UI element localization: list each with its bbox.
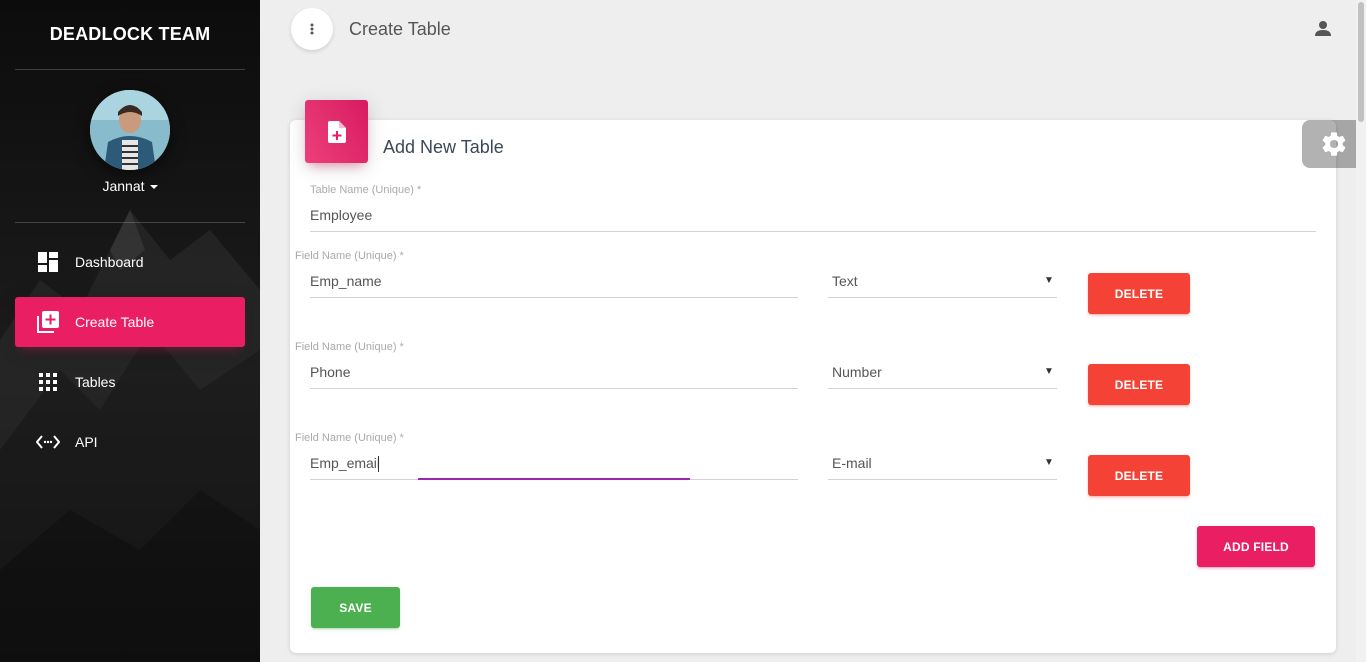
sidebar-item-dashboard[interactable]: Dashboard [15, 237, 245, 287]
username-label: Jannat [102, 178, 145, 194]
sidebar-divider [15, 222, 245, 223]
field-name-label: Field Name (Unique) * [295, 432, 404, 444]
field-type-select[interactable]: E-mail [832, 455, 872, 471]
caret-down-icon [149, 185, 158, 190]
field-name-label: Field Name (Unique) * [295, 250, 404, 262]
save-button[interactable]: SAVE [311, 587, 400, 628]
add-field-button[interactable]: ADD FIELD [1197, 526, 1315, 567]
field-focus-underline [418, 478, 690, 480]
note-add-icon [327, 120, 346, 143]
field-type-select[interactable]: Text [832, 273, 858, 289]
field-type-underline [828, 297, 1057, 298]
field-type-underline [828, 479, 1057, 480]
field-name-label: Field Name (Unique) * [295, 341, 404, 353]
sidebar-item-create-table[interactable]: Create Table [15, 297, 245, 347]
text-cursor [378, 456, 379, 472]
avatar-image [90, 90, 170, 170]
scrollbar-thumb[interactable] [1358, 2, 1364, 122]
table-name-label: Table Name (Unique) * [310, 184, 422, 196]
person-icon[interactable] [1312, 18, 1334, 40]
card-header-icon [305, 100, 368, 163]
delete-field-button[interactable]: DELETE [1088, 455, 1190, 496]
select-arrow-icon: ▼ [1044, 457, 1054, 468]
gear-icon [1322, 132, 1346, 156]
delete-field-button[interactable]: DELETE [1088, 273, 1190, 314]
select-arrow-icon: ▼ [1044, 366, 1054, 377]
table-name-underline [310, 231, 1316, 232]
user-menu-toggle[interactable]: Jannat [0, 178, 260, 194]
sidebar-minimize-button[interactable] [291, 8, 333, 50]
table-name-input[interactable]: Employee [310, 207, 372, 223]
page-scrollbar[interactable] [1356, 0, 1366, 662]
field-type-underline [828, 388, 1057, 389]
page-title: Create Table [349, 19, 451, 39]
sidebar-item-label: Dashboard [75, 254, 144, 270]
sidebar-item-label: API [75, 434, 98, 450]
delete-field-button[interactable]: DELETE [1088, 364, 1190, 405]
brand-title[interactable]: DEADLOCK TEAM [0, 24, 260, 45]
field-name-input[interactable]: Emp_name [310, 273, 382, 289]
sidebar-item-tables[interactable]: Tables [15, 357, 245, 407]
sidebar: DEADLOCK TEAM Jannat Dashboard Create Ta… [0, 0, 260, 662]
sidebar-item-label: Create Table [75, 314, 155, 330]
avatar[interactable] [90, 90, 170, 170]
sidebar-item-api[interactable]: API [15, 417, 245, 467]
more-vert-icon [310, 23, 314, 35]
code-arrows-icon [33, 430, 63, 454]
sidebar-divider [15, 69, 245, 70]
field-name-underline [310, 388, 798, 389]
dashboard-icon [33, 250, 63, 274]
library-add-icon [33, 310, 63, 334]
sidebar-item-label: Tables [75, 374, 116, 390]
grid-icon [33, 370, 63, 394]
card-title: Add New Table [383, 137, 504, 157]
field-type-select[interactable]: Number [832, 364, 882, 380]
field-name-underline [310, 297, 798, 298]
field-name-input[interactable]: Emp_email [310, 455, 380, 471]
select-arrow-icon: ▼ [1044, 275, 1054, 286]
field-name-input[interactable]: Phone [310, 364, 350, 380]
